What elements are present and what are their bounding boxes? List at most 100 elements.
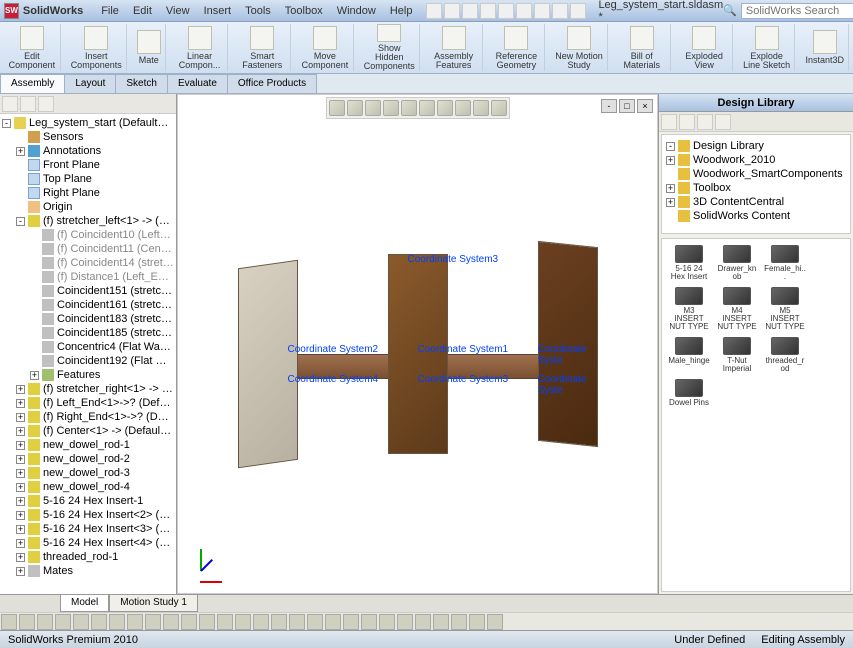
tree-node[interactable]: +(f) Left_End<1>->? (Default<As M... <box>2 396 174 410</box>
expander-icon[interactable]: + <box>666 156 675 165</box>
expander-icon[interactable]: + <box>16 469 25 478</box>
exploded-view-button[interactable]: Exploded View <box>677 24 733 71</box>
tree-node[interactable]: +5-16 24 Hex Insert-1 <box>2 494 174 508</box>
status-tool-icon[interactable] <box>433 614 449 630</box>
tree-node[interactable]: Coincident183 (stretcher_left<1... <box>2 312 174 326</box>
tab-layout[interactable]: Layout <box>64 74 116 93</box>
tab-assembly[interactable]: Assembly <box>0 74 65 93</box>
library-item[interactable]: Drawer_knob <box>714 243 760 283</box>
menu-edit[interactable]: Edit <box>127 3 158 19</box>
status-tool-icon[interactable] <box>325 614 341 630</box>
hide-show-icon[interactable] <box>437 100 453 116</box>
status-tool-icon[interactable] <box>451 614 467 630</box>
expander-icon[interactable]: + <box>16 497 25 506</box>
view-orient-icon[interactable] <box>401 100 417 116</box>
tree-node[interactable]: Front Plane <box>2 158 174 172</box>
smart-fasteners-button[interactable]: Smart Fasteners <box>234 24 291 71</box>
search-input[interactable] <box>741 3 853 19</box>
status-tool-icon[interactable] <box>55 614 71 630</box>
instant3d-button[interactable]: Instant3D <box>801 24 849 71</box>
open-icon[interactable] <box>462 3 478 19</box>
tree-node[interactable]: Concentric4 (Flat Washer Type ... <box>2 340 174 354</box>
dl-tree-node[interactable]: -Design Library <box>666 139 846 153</box>
vp-maximize-button[interactable]: □ <box>619 99 635 113</box>
tree-node[interactable]: Sensors <box>2 130 174 144</box>
status-tool-icon[interactable] <box>343 614 359 630</box>
tree-node[interactable]: Coincident192 (Flat Washer Typ... <box>2 354 174 368</box>
dl-tree-node[interactable]: +3D ContentCentral <box>666 195 846 209</box>
coordinate-system-label[interactable]: Coordinate Syste <box>538 344 598 366</box>
view-triad[interactable] <box>188 543 228 583</box>
expander-icon[interactable]: + <box>16 427 25 436</box>
tree-node[interactable]: +5-16 24 Hex Insert<3> (5-16 x 0.75... <box>2 522 174 536</box>
help-icon[interactable] <box>426 3 442 19</box>
assembly-features-button[interactable]: Assembly Features <box>426 24 483 71</box>
undo-icon[interactable] <box>516 3 532 19</box>
expander-icon[interactable]: + <box>16 511 25 520</box>
menu-window[interactable]: Window <box>331 3 382 19</box>
expander-icon[interactable]: + <box>16 441 25 450</box>
coordinate-system-label[interactable]: Coordinate System2 <box>288 344 379 355</box>
status-tool-icon[interactable] <box>253 614 269 630</box>
dl-home-icon[interactable] <box>697 114 713 130</box>
status-tool-icon[interactable] <box>163 614 179 630</box>
library-item[interactable]: 5-16 24 Hex Insert <box>666 243 712 283</box>
library-item[interactable]: Dowel Pins <box>666 377 712 409</box>
expander-icon[interactable]: - <box>666 142 675 151</box>
linear-pattern-button[interactable]: Linear Compon... <box>172 24 229 71</box>
library-item[interactable]: M5 INSERT NUT TYPE A <box>762 285 808 333</box>
status-tool-icon[interactable] <box>1 614 17 630</box>
select-icon[interactable] <box>534 3 550 19</box>
section-icon[interactable] <box>383 100 399 116</box>
coordinate-system-label[interactable]: Coordinate System3 <box>408 254 499 265</box>
tree-node[interactable]: Origin <box>2 200 174 214</box>
tab-evaluate[interactable]: Evaluate <box>167 74 228 93</box>
tree-node[interactable]: +Mates <box>2 564 174 578</box>
dl-tree-node[interactable]: +Woodwork_2010 <box>666 153 846 167</box>
status-tool-icon[interactable] <box>397 614 413 630</box>
expander-icon[interactable]: + <box>16 385 25 394</box>
tree-node[interactable]: Coincident151 (stretcher_left<1... <box>2 284 174 298</box>
status-tool-icon[interactable] <box>217 614 233 630</box>
zoom-area-icon[interactable] <box>347 100 363 116</box>
tree-node[interactable]: (f) Distance1 (Left_End<1>,stre... <box>2 270 174 284</box>
3d-canvas[interactable]: Coordinate System3 Coordinate System2 Coor… <box>178 115 657 593</box>
menu-toolbox[interactable]: Toolbox <box>279 3 329 19</box>
expander-icon[interactable]: + <box>16 399 25 408</box>
expander-icon[interactable]: + <box>16 147 25 156</box>
tree-filter-icon[interactable] <box>2 96 18 112</box>
dl-fwd-icon[interactable] <box>679 114 695 130</box>
tree-root[interactable]: - Leg_system_start (Default<<Default>... <box>2 116 174 130</box>
rebuild-icon[interactable] <box>552 3 568 19</box>
zoom-fit-icon[interactable] <box>329 100 345 116</box>
status-tool-icon[interactable] <box>415 614 431 630</box>
tree-node[interactable]: +(f) Right_End<1>->? (Default<As ... <box>2 410 174 424</box>
prev-view-icon[interactable] <box>365 100 381 116</box>
tree-node[interactable]: +new_dowel_rod-1 <box>2 438 174 452</box>
coordinate-system-label[interactable]: Coordinate System3 <box>418 374 509 385</box>
tree-node[interactable]: +(f) Center<1> -> (Default<As Mach... <box>2 424 174 438</box>
tree-node[interactable]: +threaded_rod-1 <box>2 550 174 564</box>
show-hidden-button[interactable]: Show Hidden Components <box>360 24 420 71</box>
library-item[interactable]: M4 INSERT NUT TYPE A <box>714 285 760 333</box>
options-icon[interactable] <box>570 3 586 19</box>
move-component-button[interactable]: Move Component <box>297 24 354 71</box>
expander-icon[interactable]: + <box>16 567 25 576</box>
dl-tree-node[interactable]: +Toolbox <box>666 181 846 195</box>
tab-sketch[interactable]: Sketch <box>115 74 168 93</box>
insert-components-button[interactable]: Insert Components <box>67 24 127 71</box>
expander-icon[interactable]: + <box>16 553 25 562</box>
status-tool-icon[interactable] <box>307 614 323 630</box>
dl-refresh-icon[interactable] <box>715 114 731 130</box>
tree-node[interactable]: (f) Coincident11 (Center<1>,str... <box>2 242 174 256</box>
scene-icon[interactable] <box>473 100 489 116</box>
status-tool-icon[interactable] <box>271 614 287 630</box>
status-tool-icon[interactable] <box>145 614 161 630</box>
expander-icon[interactable]: + <box>16 483 25 492</box>
3d-viewport[interactable]: - □ × Coordinate System3Coordinate Syste… <box>177 94 658 594</box>
expander-icon[interactable]: + <box>16 525 25 534</box>
tree-node[interactable]: Coincident185 (stretcher_left<1... <box>2 326 174 340</box>
bottom-tab-motion-study-1[interactable]: Motion Study 1 <box>109 595 198 612</box>
expander-icon[interactable]: + <box>30 371 39 380</box>
library-item[interactable]: M3 INSERT NUT TYPE A <box>666 285 712 333</box>
